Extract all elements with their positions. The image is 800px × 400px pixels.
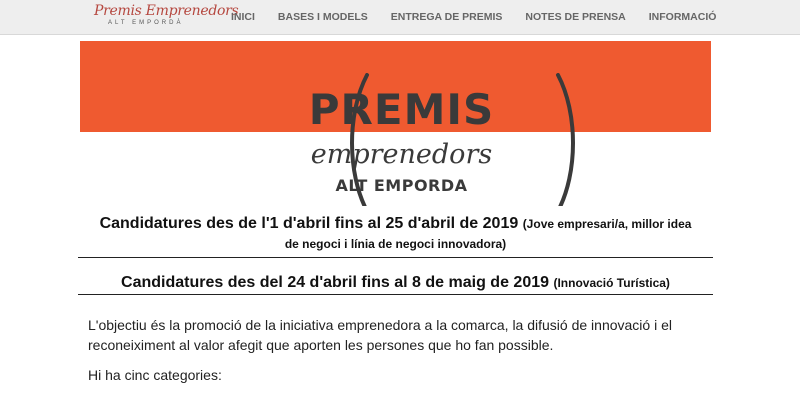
candidatures-heading-2: Candidatures des del 24 d'abril fins al …: [78, 272, 713, 295]
hero-banner: PREMIS emprenedors ALT EMPORDA: [80, 41, 711, 206]
nav-item-inici[interactable]: INICI: [231, 11, 255, 23]
objective-paragraph: L'objectiu és la promoció de la iniciati…: [88, 315, 708, 355]
banner-region: ALT EMPORDA: [335, 176, 468, 195]
nav-item-bases-i-models[interactable]: BASES I MODELS: [278, 11, 368, 23]
logo-script-text: Premis Emprenedors: [94, 3, 239, 19]
heading-1-note-a: (Jove empresari/a, millor idea: [522, 217, 692, 231]
banner-subtitle: emprenedors: [310, 139, 493, 170]
nav-item-entrega-de-premis[interactable]: ENTREGA DE PREMIS: [391, 11, 503, 23]
nav-item-informacio[interactable]: INFORMACIÓ: [649, 11, 717, 23]
heading-1-main: Candidatures des de l'1 d'abril fins al …: [99, 215, 519, 232]
objective-line-2: reconeiximent al valor afegit que aporte…: [88, 337, 554, 353]
candidatures-heading-1: Candidatures des de l'1 d'abril fins al …: [78, 214, 713, 258]
top-navbar: Premis Emprenedors ALT EMPORDÀ INICI BAS…: [0, 0, 800, 35]
heading-2-note: (Innovació Turística): [553, 276, 670, 290]
objective-line-1: L'objectiu és la promoció de la iniciati…: [88, 317, 672, 333]
categories-intro: Hi ha cinc categories:: [88, 367, 222, 383]
banner-title: PREMIS: [308, 85, 495, 134]
logo-subtitle: ALT EMPORDÀ: [108, 20, 184, 26]
heading-2-main: Candidatures des del 24 d'abril fins al …: [121, 274, 550, 291]
site-logo[interactable]: Premis Emprenedors ALT EMPORDÀ: [94, 3, 239, 31]
nav-menu: INICI BASES I MODELS ENTREGA DE PREMIS N…: [231, 0, 716, 34]
nav-item-notes-de-prensa[interactable]: NOTES DE PRENSA: [525, 11, 625, 23]
heading-1-note-b: de negoci i línia de negoci innovadora): [284, 237, 507, 251]
